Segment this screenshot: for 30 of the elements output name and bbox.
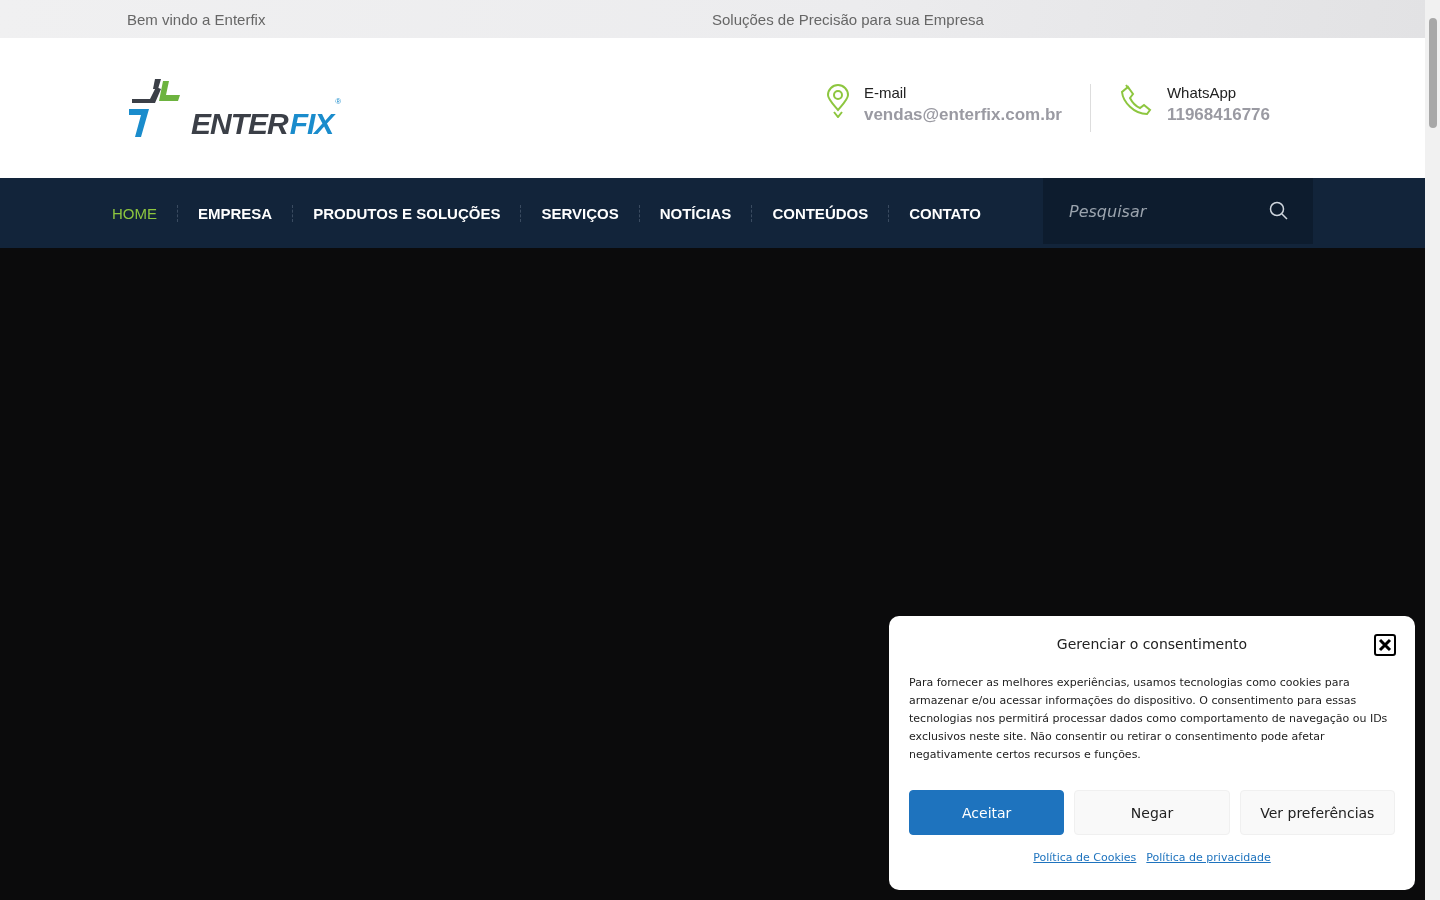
contact-value: vendas@enterfix.com.br (863, 105, 1062, 125)
nav-link[interactable]: SERVIÇOS (520, 204, 639, 222)
policy-link[interactable]: Política de Cookies (1033, 851, 1137, 864)
tagline-text: Soluções de Precisão para sua Empresa (712, 10, 984, 28)
nav-link[interactable]: CONTATO (888, 204, 1001, 222)
close-button[interactable] (1374, 634, 1396, 656)
policy-link[interactable]: Política de privacidade (1146, 851, 1271, 864)
registered-mark: ® (335, 97, 342, 106)
welcome-text: Bem vindo a Enterfix (127, 10, 267, 28)
logo-text: ENTER (191, 109, 288, 139)
search-field[interactable]: Pesquisar (1067, 200, 1269, 222)
scrollbar[interactable] (1425, 0, 1440, 900)
nav-link[interactable]: CONTEÚDOS (751, 204, 889, 222)
consent-button[interactable]: Aceitar (909, 790, 1065, 835)
search-icon[interactable] (1269, 201, 1289, 221)
location-pin-icon (825, 84, 850, 118)
close-icon (1378, 638, 1392, 652)
contact-label: E-mail (863, 84, 908, 101)
contact-label: WhatsApp (1166, 84, 1238, 101)
nav-link[interactable]: PRODUTOS E SOLUÇÕES (292, 204, 521, 222)
nav-link[interactable]: EMPRESA (177, 204, 293, 222)
nav-link[interactable]: HOME (112, 204, 177, 222)
consent-text: Para fornecer as melhores experiências, usamos tecnologias como cookies para armazenar e/ou acessar informações do dispositivo. O consentimento para essas tecnologias nos permitirá processar dados como comportamento de navegação ou IDs exclusivos neste site. Não consentir ou retirar o consentimento pode afetar negativamente certos recursos e funções. (909, 675, 1389, 763)
logo-text: FIX (289, 109, 334, 139)
nav-link[interactable]: NOTÍCIAS (638, 204, 752, 222)
consent-button[interactable]: Negar (1074, 790, 1230, 835)
dialog-title: Gerenciar o consentimento (1055, 636, 1249, 652)
consent-button[interactable]: Ver preferências (1239, 790, 1395, 835)
contact-value: 11968416776 (1166, 105, 1270, 125)
phone-icon (1118, 84, 1153, 118)
